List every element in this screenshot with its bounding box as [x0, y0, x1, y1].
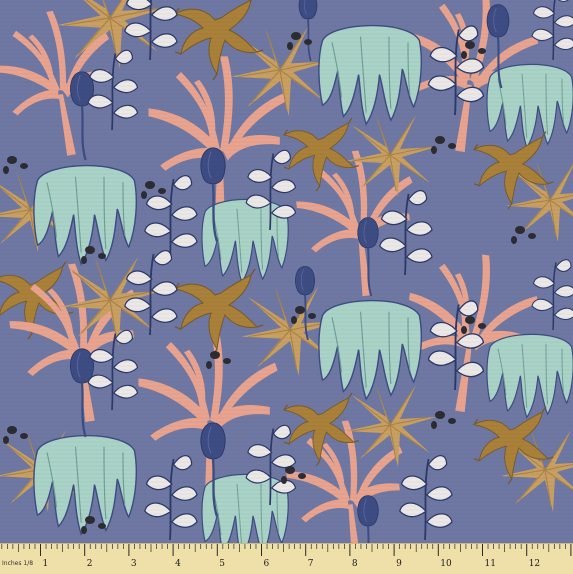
floral-pattern	[0, 0, 573, 543]
ruler-tick-label: 5	[219, 559, 225, 569]
ruler-tick-label: 12	[529, 559, 540, 569]
ruler-tick-label: 9	[396, 559, 402, 569]
ruler-tick-label: 11	[485, 559, 496, 569]
measuring-ruler: 1 2 3 4 5 6 7 8 9 10 11 12 Inches 1/8	[0, 543, 573, 574]
ruler-tick-label: 6	[264, 559, 270, 569]
ruler-tick-label: 10	[440, 559, 452, 569]
ruler-units-label: Inches 1/8	[2, 560, 34, 567]
ruler-tick-label: 8	[352, 559, 358, 569]
ruler-tick-label: 2	[87, 559, 93, 569]
fabric-swatch	[0, 0, 573, 573]
ruler-tick-label: 7	[308, 559, 314, 569]
ruler-ticks: 1 2 3 4 5 6 7 8 9 10 11 12	[1, 544, 572, 569]
ruler-tick-label: 1	[43, 559, 49, 569]
ruler-tick-label: 3	[131, 559, 137, 569]
ruler-tick-label: 4	[175, 559, 181, 569]
